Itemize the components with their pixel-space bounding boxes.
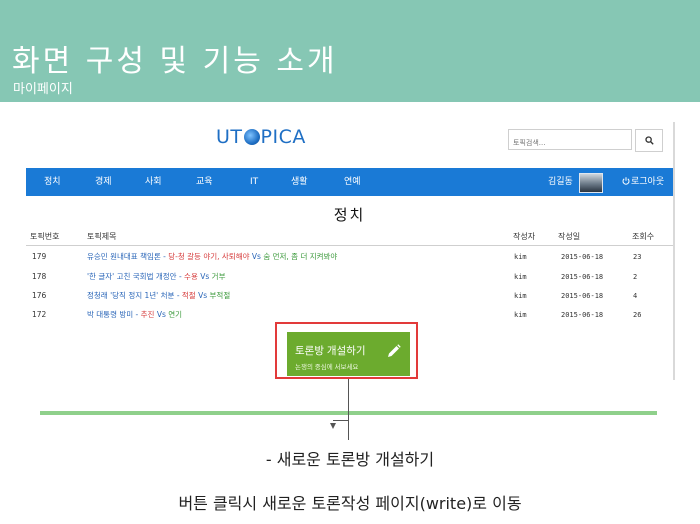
category-navbar: 정치 경제 사회 교육 IT 생활 연예 김길동 로그아웃 [26, 168, 673, 196]
topic-title: 정청래 '당직 정지 1년' 처분 - [87, 291, 182, 300]
avatar[interactable] [579, 173, 603, 193]
header-date: 작성일 [558, 232, 581, 241]
vs-label: Vs [249, 252, 264, 261]
pro-opinion: 수용 [184, 272, 198, 281]
logo-text-post: PICA [260, 126, 306, 148]
topic-views: 23 [633, 253, 642, 261]
create-button-label: 토론방 개설하기 [295, 345, 366, 357]
site-logo[interactable]: UT PICA [216, 126, 306, 148]
table-row[interactable]: 176 정청래 '당직 정지 1년' 처분 - 적절 Vs 부적절 kim 20… [26, 286, 673, 306]
create-debate-room-button[interactable]: 토론방 개설하기 논쟁의 중심에 서보세요 [287, 332, 410, 376]
topic-title: 박 대통령 방미 - [87, 310, 141, 319]
nav-item-entertainment[interactable]: 연예 [344, 168, 361, 196]
topic-views: 2 [633, 273, 638, 281]
topic-id: 172 [32, 310, 47, 319]
topic-id: 176 [32, 291, 47, 300]
topic-title-link[interactable]: 박 대통령 방미 - 추진 Vs 연기 [87, 305, 182, 325]
callout-arrow-head [330, 423, 336, 429]
header-views: 조회수 [632, 232, 655, 241]
topic-title: '한 글자' 고친 국회법 개정안 - [87, 272, 185, 281]
nav-item-politics[interactable]: 정치 [44, 168, 61, 196]
slide-subtitle: 마이페이지 [13, 82, 73, 97]
caption-description: 버튼 클릭시 새로운 토론작성 페이지(write)로 이동 [178, 494, 522, 513]
topic-title-link[interactable]: 정청래 '당직 정지 1년' 처분 - 적절 Vs 부적절 [87, 286, 230, 306]
globe-icon [243, 129, 260, 145]
topic-date: 2015-06-18 [561, 292, 604, 300]
pro-opinion: 당-청 갈등 야기, 사퇴해야 [168, 252, 250, 261]
power-icon [622, 177, 630, 185]
pro-opinion: 추진 [140, 310, 155, 319]
callout-connector [348, 379, 349, 440]
table-row[interactable]: 179 유승민 원내대표 책임론 - 당-청 갈등 야기, 사퇴해야 Vs 숨 … [26, 247, 673, 267]
search-input[interactable] [509, 134, 629, 152]
nav-item-it[interactable]: IT [250, 168, 258, 196]
slide-title: 화면 구성 및 기능 소개 [12, 44, 338, 79]
con-opinion: 숨 먼저, 좀 더 지켜봐야 [263, 252, 338, 261]
con-opinion: 연기 [168, 310, 183, 319]
search-icon [644, 136, 654, 145]
topic-author: kim [514, 253, 527, 261]
topic-date: 2015-06-18 [561, 273, 604, 281]
topic-views: 4 [633, 292, 638, 300]
topic-views: 26 [633, 311, 642, 319]
topic-author: kim [514, 292, 527, 300]
vs-label: Vs [154, 310, 169, 319]
pencil-icon [388, 344, 401, 357]
topic-id: 178 [32, 272, 47, 281]
header-topic-id: 토픽번호 [30, 232, 60, 241]
slide-header-band: 화면 구성 및 기능 소개 마이페이지 [0, 0, 700, 102]
logo-text-pre: UT [216, 126, 243, 148]
user-name: 김길동 [548, 177, 573, 187]
topic-date: 2015-06-18 [561, 311, 604, 319]
header-author: 작성자 [513, 232, 536, 241]
nav-item-society[interactable]: 사회 [145, 168, 162, 196]
board-title: 정치 [333, 206, 366, 224]
vs-label: Vs [197, 272, 212, 281]
screenshot-edge-shadow [673, 122, 675, 380]
header-topic-title: 토픽제목 [87, 232, 117, 241]
topic-title: 유승민 원내대표 책임론 - [87, 252, 169, 261]
nav-item-life[interactable]: 생활 [291, 168, 308, 196]
topic-title-link[interactable]: 유승민 원내대표 책임론 - 당-청 갈등 야기, 사퇴해야 Vs 숨 먼저, … [87, 247, 337, 267]
logout-button[interactable]: 로그아웃 [622, 168, 664, 196]
table-row[interactable]: 178 '한 글자' 고친 국회법 개정안 - 수용 Vs 거부 kim 201… [26, 267, 673, 287]
con-opinion: 거부 [211, 272, 226, 281]
table-header-divider [26, 245, 673, 246]
create-button-subtext: 논쟁의 중심에 서보세요 [295, 364, 359, 371]
con-opinion: 부적절 [209, 291, 231, 300]
nav-item-education[interactable]: 교육 [196, 168, 213, 196]
topic-author: kim [514, 311, 527, 319]
pro-opinion: 적절 [181, 291, 196, 300]
logout-label: 로그아웃 [631, 177, 665, 187]
vs-label: Vs [195, 291, 210, 300]
topic-date: 2015-06-18 [561, 253, 604, 261]
callout-connector-horizontal [333, 420, 349, 421]
topic-author: kim [514, 273, 527, 281]
topic-title-link[interactable]: '한 글자' 고친 국회법 개정안 - 수용 Vs 거부 [87, 267, 225, 287]
nav-item-economy[interactable]: 경제 [95, 168, 112, 196]
topic-id: 179 [32, 252, 47, 261]
caption-title: - 새로운 토론방 개설하기 [265, 450, 435, 469]
search-button[interactable] [635, 129, 663, 152]
search-box [508, 129, 632, 152]
